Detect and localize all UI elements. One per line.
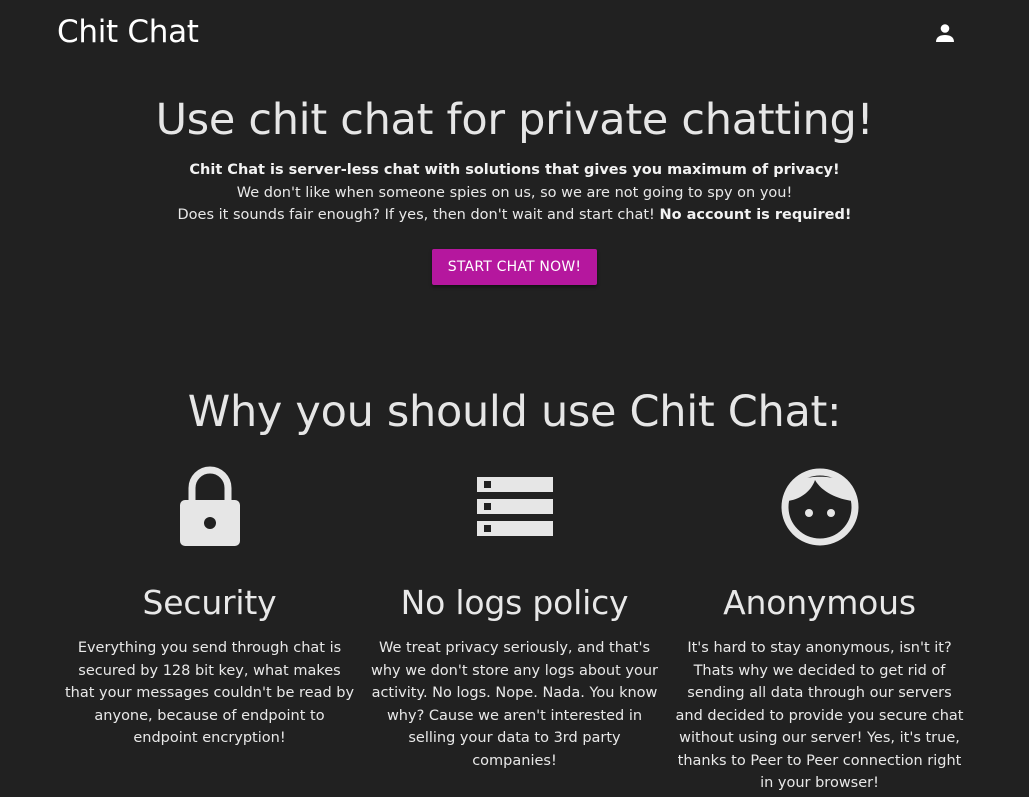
hero-line-2: We don't like when someone spies on us, … [236,184,793,201]
feature-anonymous: Anonymous It's hard to stay anonymous, i… [667,464,972,795]
account-button[interactable] [932,20,958,46]
feature-title: Security [142,583,277,622]
feature-description: It's hard to stay anonymous, isn't it? T… [675,640,964,791]
server-icon [476,477,553,536]
feature-no-logs: No logs policy We treat privacy seriousl… [362,464,667,795]
face-icon [781,468,858,546]
no-account-note: No account is required! [659,207,852,223]
feature-description: We treat privacy seriously, and that's w… [370,640,659,769]
hero-line-3-text: Does it sounds fair enough? If yes, then… [177,207,655,223]
feature-title: Anonymous [723,583,916,622]
lock-icon [179,466,240,546]
hero-section: Use chit chat for private chatting! Chit… [0,96,1029,285]
navbar: Chit Chat [0,0,1029,70]
hero-tagline: Chit Chat is server-less chat with solut… [189,162,840,178]
hero-line-3: Does it sounds fair enough? If yes, then… [0,204,1029,227]
why-title: Why you should use Chit Chat: [187,386,842,437]
person-icon [936,24,954,42]
hero-title: Use chit chat for private chatting! [155,95,874,145]
features-section: Security Everything you send through cha… [57,464,972,795]
hero-description: Chit Chat is server-less chat with solut… [0,159,1029,227]
feature-description: Everything you send through chat is secu… [64,640,355,746]
brand-logo[interactable]: Chit Chat [57,14,199,50]
feature-title: No logs policy [400,583,629,622]
feature-security: Security Everything you send through cha… [57,464,362,795]
start-chat-button[interactable]: START CHAT NOW! [431,248,598,285]
